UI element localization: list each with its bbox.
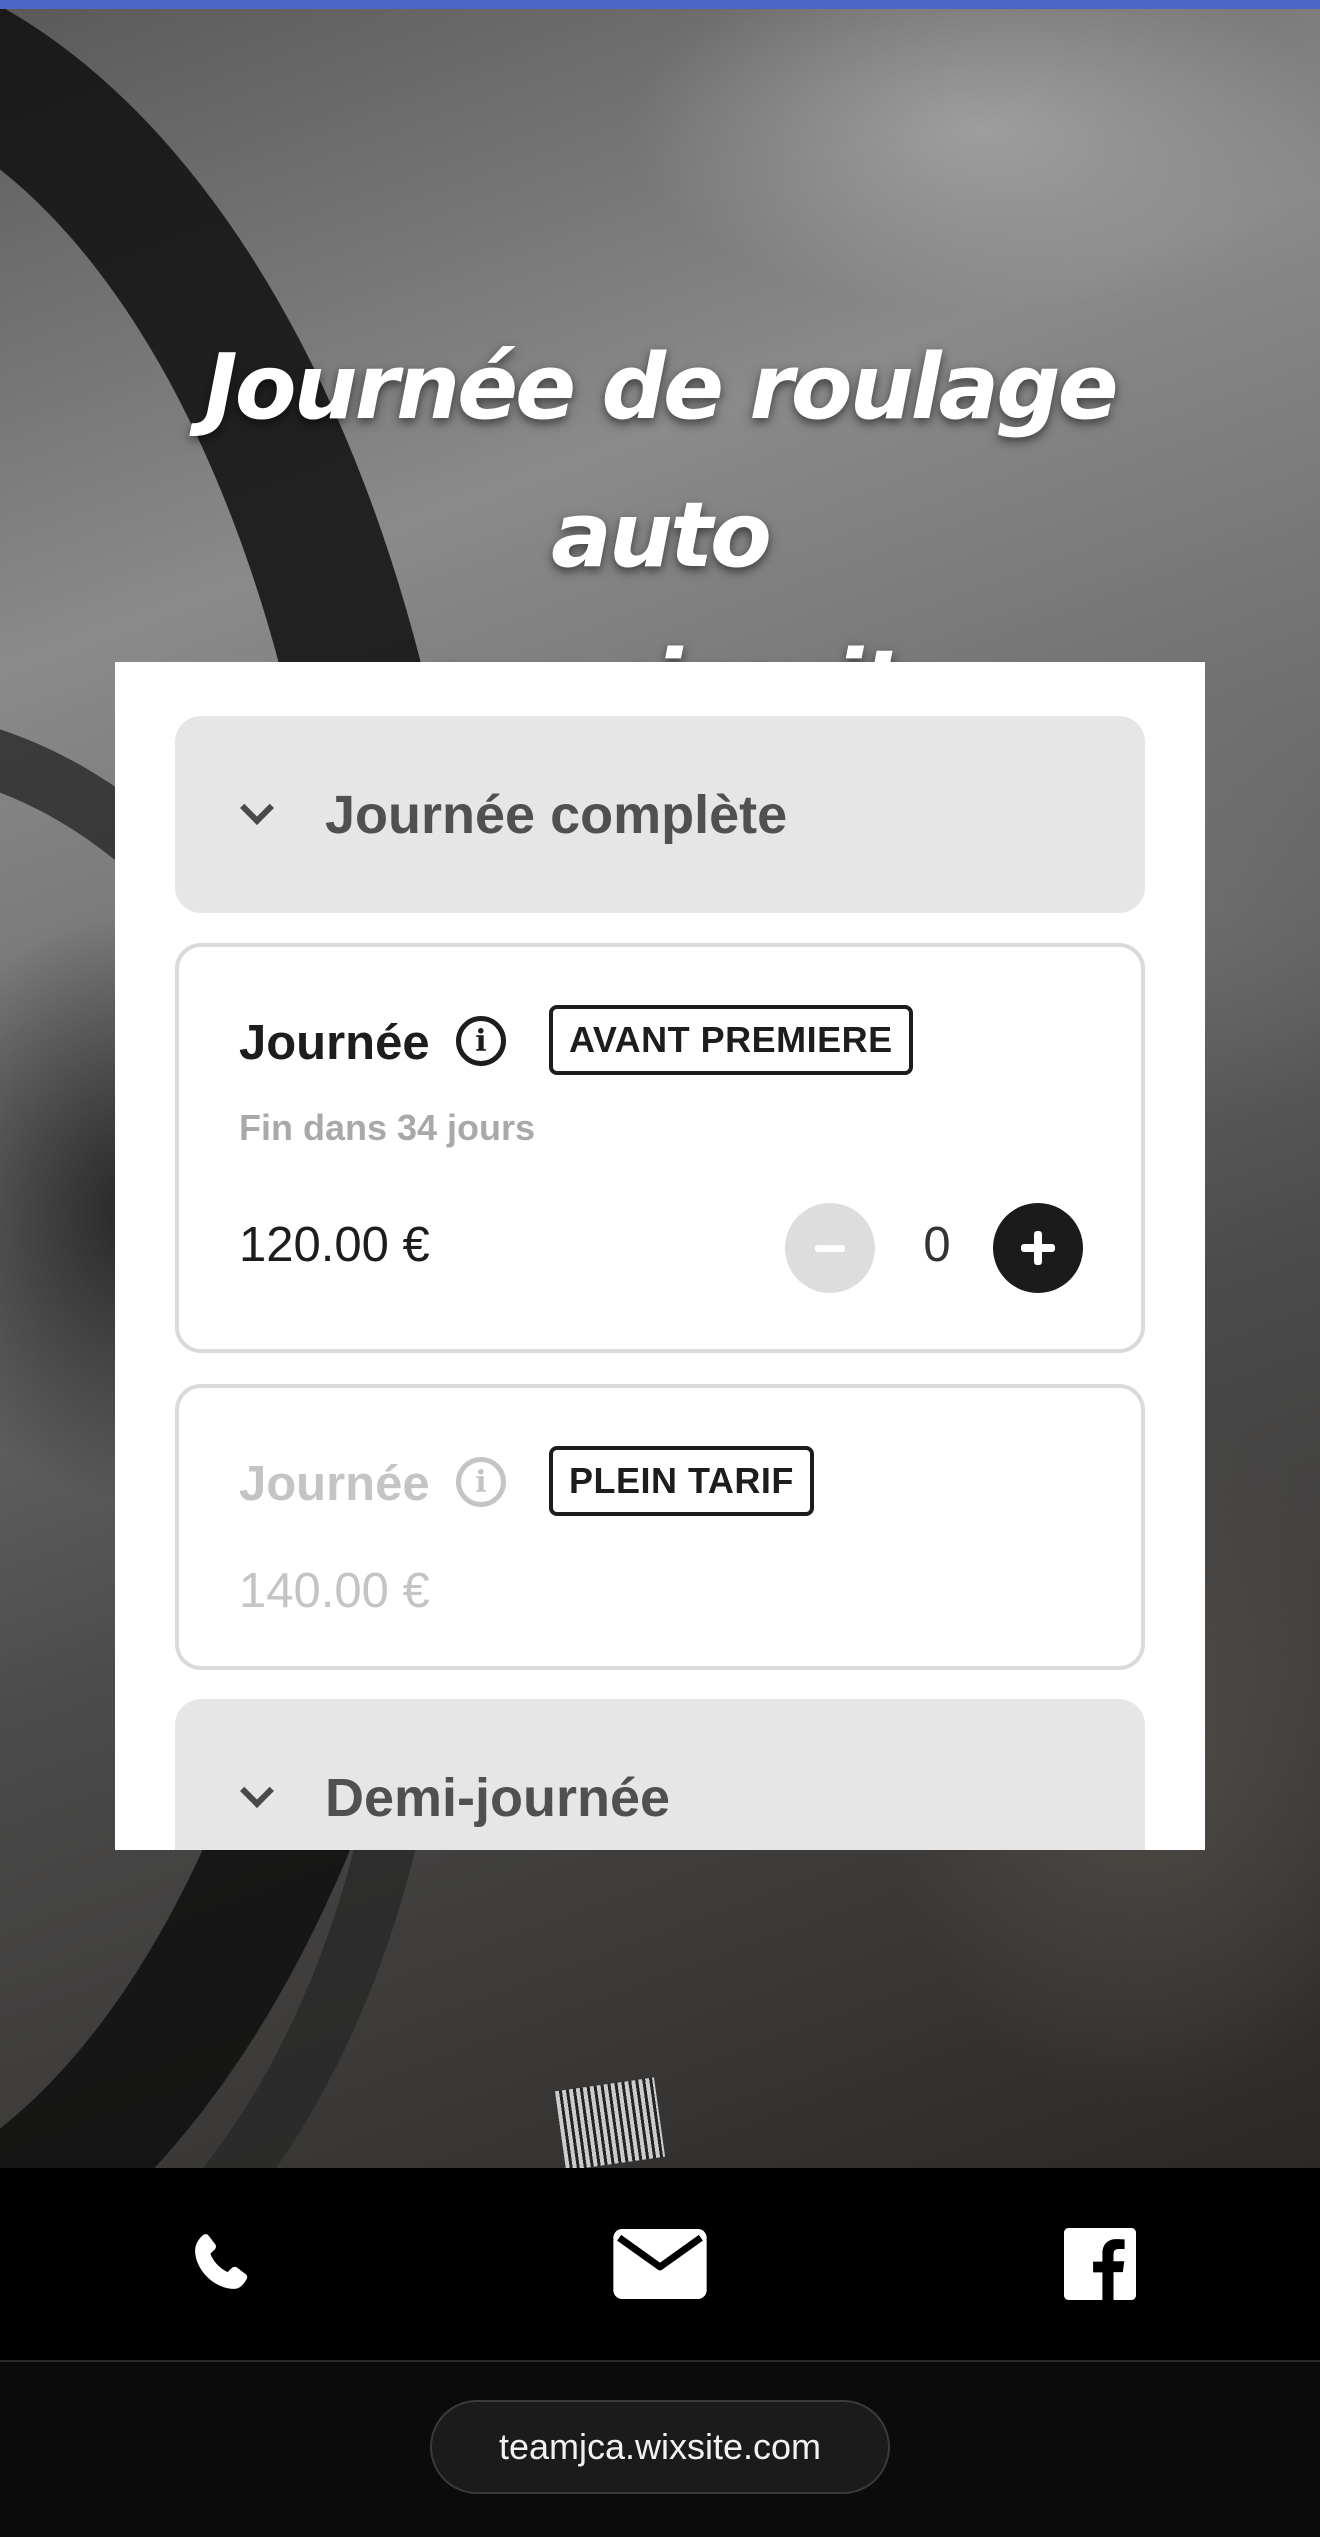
contact-footer [0, 2168, 1320, 2360]
facebook-button[interactable] [880, 2168, 1320, 2360]
quantity-value: 0 [923, 1218, 951, 1272]
browser-url-bar: teamjca.wixsite.com [0, 2362, 1320, 2537]
facebook-icon [1064, 2228, 1136, 2300]
url-text: teamjca.wixsite.com [498, 2426, 822, 2467]
ticket-card-avant-premiere: Journée i AVANT PREMIERE Fin dans 34 jou… [175, 943, 1145, 1353]
group-label: Demi-journée [325, 1767, 671, 1828]
ticket-price: 140.00 € [239, 1564, 430, 1618]
ticket-panel: Journée complète Journée i AVANT PREMIER… [115, 662, 1205, 1850]
email-button[interactable] [440, 2168, 880, 2360]
ticket-card-plein-tarif: Journée i PLEIN TARIF 140.00 € [175, 1384, 1145, 1670]
minus-icon [815, 1244, 845, 1252]
tire-barcode-label [554, 2077, 666, 2168]
quantity-increase-button[interactable] [993, 1203, 1083, 1293]
info-icon[interactable]: i [456, 1457, 506, 1507]
ticket-badge: PLEIN TARIF [549, 1446, 814, 1516]
ticket-name: Journée [239, 1016, 430, 1070]
url-display[interactable]: teamjca.wixsite.com [430, 2400, 890, 2494]
phone-button[interactable] [0, 2168, 440, 2360]
page-title-line-1: Journée de roulage auto [204, 335, 1118, 588]
plus-icon-v [1034, 1231, 1042, 1265]
chevron-down-icon [240, 1773, 274, 1808]
mail-icon [613, 2229, 707, 2299]
quantity-decrease-button[interactable] [785, 1203, 875, 1293]
ticket-end-notice: Fin dans 34 jours [239, 1107, 536, 1148]
group-header-demi-journee[interactable]: Demi-journée [175, 1699, 1145, 1850]
ticket-price: 120.00 € [239, 1218, 430, 1272]
info-icon[interactable]: i [456, 1016, 506, 1066]
ticket-badge: AVANT PREMIERE [549, 1005, 913, 1075]
ticket-name: Journée [239, 1457, 430, 1511]
chevron-down-icon [240, 790, 274, 825]
top-accent-line [0, 0, 1320, 9]
phone-icon [195, 2234, 248, 2289]
group-label: Journée complète [325, 784, 788, 845]
group-header-journee-complete[interactable]: Journée complète [175, 716, 1145, 913]
